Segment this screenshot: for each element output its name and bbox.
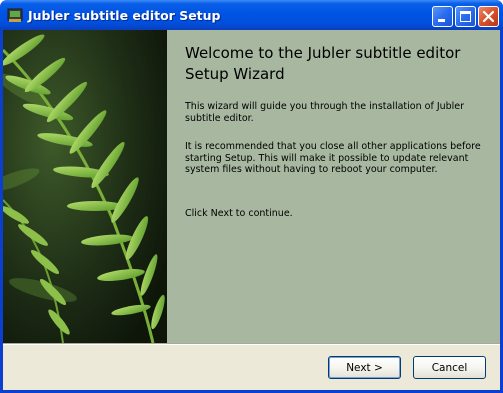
maximize-button[interactable] (455, 6, 476, 27)
installer-app-icon (7, 8, 23, 22)
title-bar[interactable]: Jubler subtitle editor Setup (0, 0, 503, 30)
next-button[interactable]: Next > (328, 356, 401, 379)
button-area-separator (3, 343, 500, 345)
continue-instruction-text: Click Next to continue. (185, 208, 293, 219)
welcome-heading: Welcome to the Jubler subtitle editor Se… (185, 44, 461, 83)
intro-text: This wizard will guide you through the i… (185, 101, 465, 124)
recommendation-text: It is recommended that you close all oth… (185, 141, 481, 175)
close-icon (482, 10, 495, 23)
close-button[interactable] (478, 6, 499, 27)
cancel-button[interactable]: Cancel (413, 356, 486, 379)
maximize-icon (460, 11, 471, 22)
fern-leaf-image (3, 30, 167, 343)
window-title: Jubler subtitle editor Setup (28, 8, 221, 23)
wizard-client-area: Welcome to the Jubler subtitle editor Se… (3, 30, 500, 390)
minimize-icon (438, 19, 445, 22)
minimize-button[interactable] (432, 6, 453, 27)
welcome-pane: Welcome to the Jubler subtitle editor Se… (167, 30, 500, 343)
setup-window: Jubler subtitle editor Setup Welcome to … (0, 0, 503, 393)
